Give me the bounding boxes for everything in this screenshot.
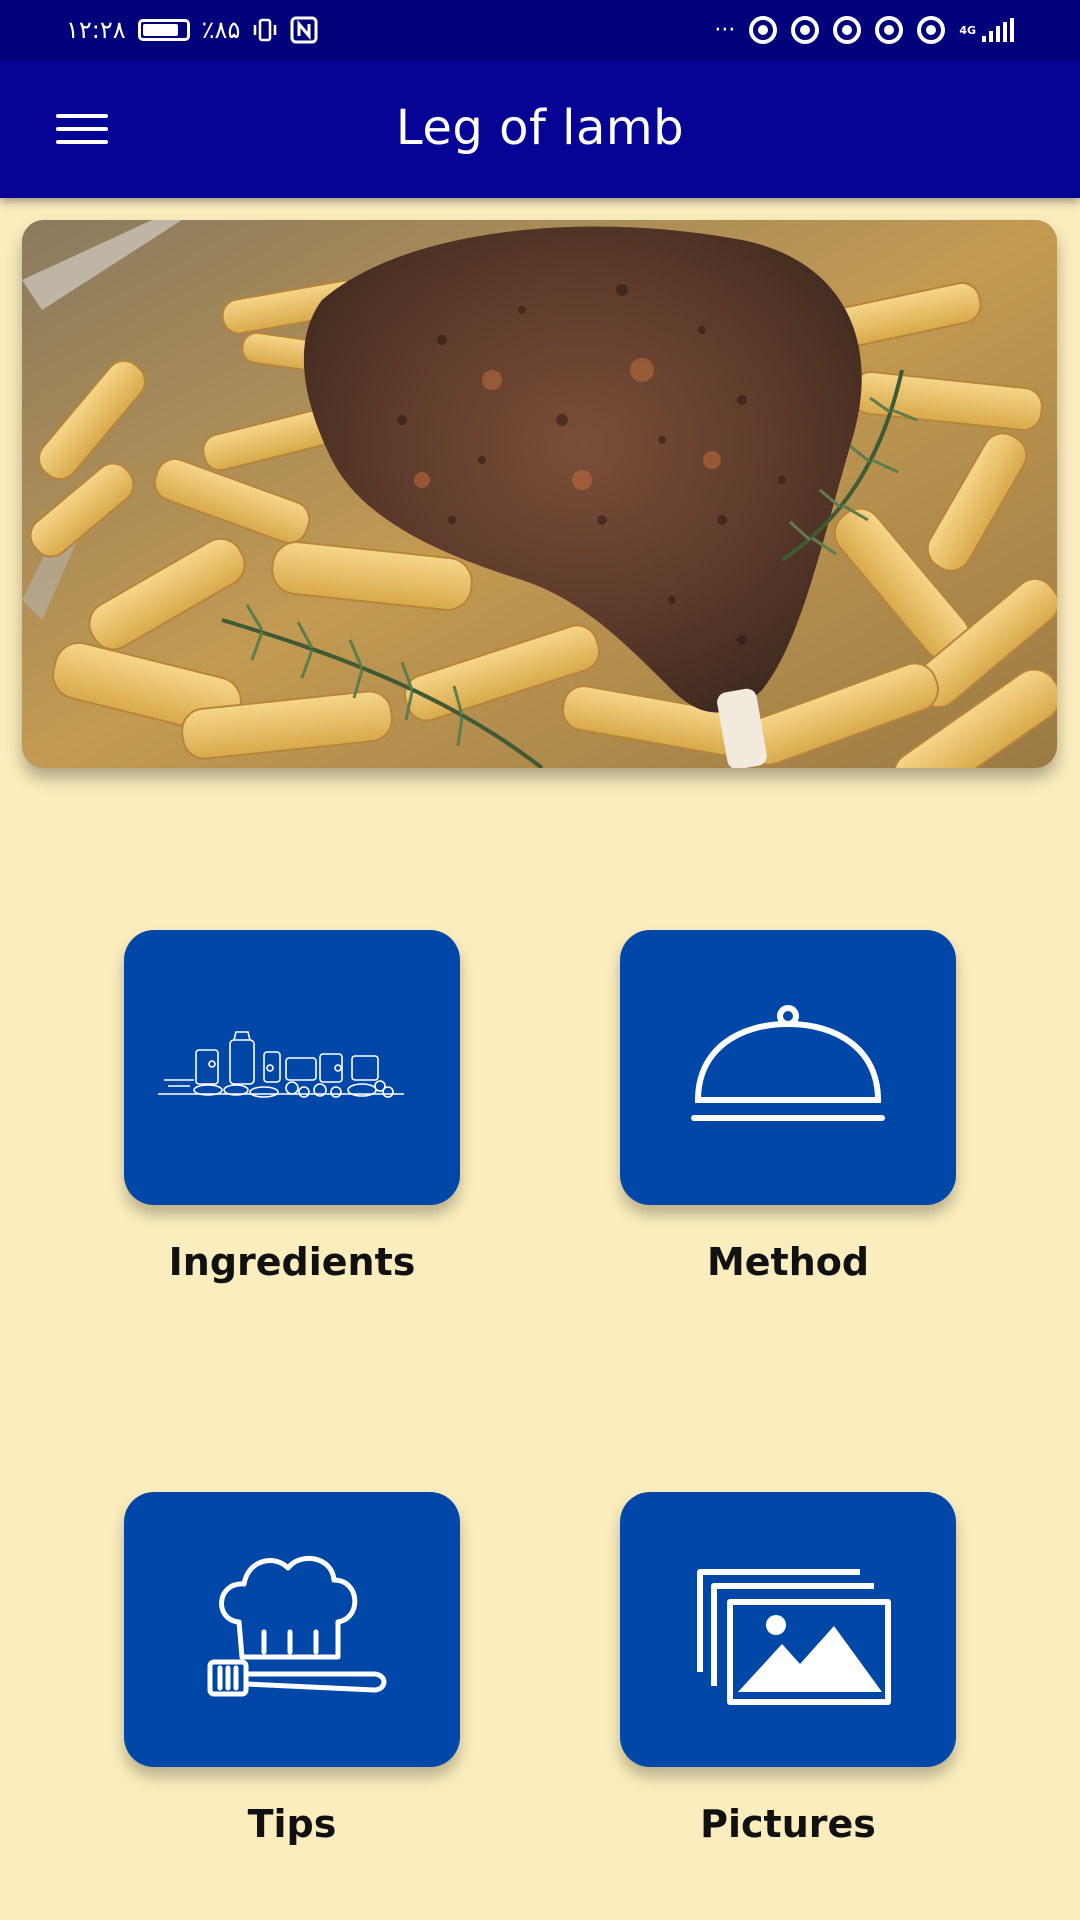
serving-cloche-icon [691,1005,885,1121]
notification-more-icon: ··· [714,17,736,43]
battery-percent: ٪۸۵ [201,16,241,44]
nfc-icon [290,16,318,44]
status-right: ··· 4G [714,14,1014,46]
chrome-notification-icon [917,16,946,44]
vibrate-icon [254,18,277,42]
ingredients-button[interactable] [124,930,460,1205]
tips-label: Tips [247,1802,337,1846]
page-title: Leg of lamb [395,100,685,156]
chef-hat-spatula-icon [207,1556,387,1697]
network-type: 4G [959,23,976,37]
pictures-button[interactable] [620,1492,956,1767]
ingredients-label: Ingredients [168,1240,416,1284]
battery-icon [137,19,190,41]
pictures-label: Pictures [700,1802,876,1846]
chrome-notification-icon [833,16,862,44]
status-bar: ۱۲:۲۸ ٪۸۵ ··· 4G [0,0,1080,60]
signal-strength-icon [982,18,1014,42]
tips-button[interactable] [124,1492,460,1767]
gallery-icon [697,1569,891,1705]
method-button[interactable] [620,930,956,1205]
app-bar: Leg of lamb [0,60,1080,198]
chrome-notification-icon [749,16,778,44]
method-label: Method [706,1240,870,1284]
status-left: ۱۲:۲۸ ٪۸۵ [66,14,318,46]
status-time: ۱۲:۲۸ [66,16,126,44]
ingredients-icon [158,1031,404,1098]
recipe-hero-image [22,220,1057,768]
chrome-notification-icon [791,16,820,44]
chrome-notification-icon [875,16,904,44]
